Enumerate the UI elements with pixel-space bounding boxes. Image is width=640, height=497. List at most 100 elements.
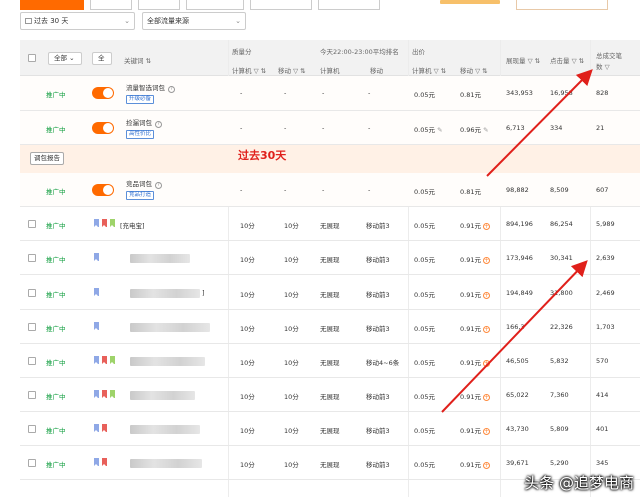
- bid-mobile[interactable]: 0.96元 ✎: [460, 124, 489, 134]
- status-text: 推广中: [46, 256, 66, 264]
- rank-mobile: 移动前3: [366, 291, 390, 299]
- plus-circle-icon[interactable]: +: [482, 462, 490, 469]
- chevron-down-icon: ⌄: [235, 17, 241, 25]
- keyword-text: 竞品词包: [126, 180, 152, 188]
- traffic-source-select[interactable]: 全部流量来源 ⌄: [142, 12, 246, 30]
- plus-circle-icon[interactable]: +: [482, 257, 490, 264]
- time-tab[interactable]: [318, 0, 380, 10]
- bid-pc[interactable]: 0.05元: [414, 289, 435, 299]
- keyword-flag-icon: [102, 390, 107, 398]
- table-row: 推广中 10分 10分 无展现 移动前3 0.05元 0.91元 + 65,022…: [20, 378, 640, 412]
- conversions: 607: [596, 186, 609, 194]
- time-tab[interactable]: [138, 0, 180, 10]
- help-icon[interactable]: ?: [155, 182, 162, 189]
- redacted-keyword: [130, 357, 205, 366]
- clicks: 5,832: [550, 357, 569, 365]
- package-report-button[interactable]: 调包报告: [30, 152, 64, 165]
- col-conversions-line1[interactable]: 总成交笔: [596, 50, 622, 60]
- rank-mobile: -: [368, 186, 371, 194]
- bid-pc[interactable]: 0.05元 ✎: [414, 124, 443, 134]
- bid-mobile[interactable]: 0.91元 +: [460, 220, 490, 230]
- col-impressions[interactable]: 展现量 ▽ ⇅: [506, 55, 540, 65]
- bid-mobile-value: 0.91元: [460, 427, 481, 435]
- bid-mobile[interactable]: 0.91元 +: [460, 289, 490, 299]
- status-toggle[interactable]: [92, 87, 114, 99]
- row-checkbox[interactable]: [28, 459, 36, 467]
- status-toggle[interactable]: [92, 122, 114, 134]
- status-text: 推广中: [46, 222, 66, 230]
- watermark: 头条 @追梦电商: [524, 474, 634, 492]
- plus-circle-icon[interactable]: +: [482, 394, 490, 401]
- bid-pc[interactable]: 0.05元: [414, 391, 435, 401]
- bid-mobile[interactable]: 0.91元 +: [460, 459, 490, 469]
- top-right-button[interactable]: [516, 0, 608, 10]
- time-tab[interactable]: [250, 0, 312, 10]
- bid-pc[interactable]: 0.05元: [414, 459, 435, 469]
- bid-mobile[interactable]: 0.91元 +: [460, 323, 490, 333]
- report-banner: 调包报告: [20, 145, 640, 173]
- redacted-keyword: [130, 459, 202, 468]
- keyword-text[interactable]: [充电宝]: [120, 220, 145, 230]
- col-conversions-line2[interactable]: 数 ▽: [596, 61, 610, 71]
- type-filter-select[interactable]: 全: [92, 52, 112, 65]
- plus-circle-icon[interactable]: +: [482, 360, 490, 367]
- plus-circle-icon[interactable]: +: [482, 428, 490, 435]
- rank-pc: 无展现: [320, 222, 340, 230]
- bid-mobile[interactable]: 0.91元 +: [460, 391, 490, 401]
- help-icon[interactable]: ?: [155, 121, 162, 128]
- col-clicks[interactable]: 点击量 ▽ ⇅: [550, 55, 584, 65]
- bid-pc[interactable]: 0.05元: [414, 323, 435, 333]
- bid-mobile[interactable]: 0.91元 +: [460, 254, 490, 264]
- quality-mobile: 10分: [284, 291, 299, 299]
- chevron-down-icon: ⌄: [124, 17, 130, 25]
- conversions: 21: [596, 124, 605, 132]
- select-all-checkbox[interactable]: [28, 54, 36, 62]
- col-rank-pc: 计算机: [320, 67, 340, 75]
- col-rank-mobile: 移动: [370, 67, 383, 75]
- col-bid-mobile[interactable]: 移动 ▽ ⇅: [460, 65, 488, 75]
- status-toggle[interactable]: [92, 184, 114, 196]
- status-text: 推广中: [46, 393, 66, 401]
- time-tab[interactable]: [186, 0, 244, 10]
- keyword-flag-icon: [94, 288, 99, 296]
- bid-mobile[interactable]: 0.91元 +: [460, 425, 490, 435]
- pencil-icon[interactable]: ✎: [437, 126, 442, 134]
- row-checkbox[interactable]: [28, 357, 36, 365]
- col-quality-mobile[interactable]: 移动 ▽ ⇅: [278, 65, 306, 75]
- row-checkbox[interactable]: [28, 220, 36, 228]
- plus-circle-icon[interactable]: +: [482, 292, 490, 299]
- time-tab[interactable]: [90, 0, 132, 10]
- time-tab-active[interactable]: [20, 0, 84, 10]
- help-icon[interactable]: ?: [168, 86, 175, 93]
- col-keyword[interactable]: 关键词 ⇅: [124, 55, 151, 65]
- pencil-icon[interactable]: ✎: [483, 126, 488, 134]
- keyword-text[interactable]: ]: [202, 289, 205, 297]
- row-checkbox[interactable]: [28, 289, 36, 297]
- plus-circle-icon[interactable]: +: [482, 326, 490, 333]
- bid-mobile[interactable]: 0.81元: [460, 89, 481, 99]
- status-filter-select[interactable]: 全部 ⌄: [48, 52, 82, 65]
- quality-mobile: 10分: [284, 325, 299, 333]
- quality-pc: 10分: [240, 325, 255, 333]
- quality-mobile: -: [284, 89, 287, 97]
- bid-pc[interactable]: 0.05元: [414, 220, 435, 230]
- row-checkbox[interactable]: [28, 391, 36, 399]
- status-text: 推广中: [46, 325, 66, 333]
- bid-pc[interactable]: 0.05元: [414, 425, 435, 435]
- row-checkbox[interactable]: [28, 323, 36, 331]
- plus-circle-icon[interactable]: +: [482, 223, 490, 230]
- bid-pc[interactable]: 0.05元: [414, 254, 435, 264]
- bid-pc[interactable]: 0.05元: [414, 357, 435, 367]
- bid-pc[interactable]: 0.05元: [414, 89, 435, 99]
- col-bid-pc[interactable]: 计算机 ▽ ⇅: [412, 65, 446, 75]
- row-checkbox[interactable]: [28, 425, 36, 433]
- bid-mobile[interactable]: 0.91元 +: [460, 357, 490, 367]
- quality-mobile: 10分: [284, 256, 299, 264]
- row-checkbox[interactable]: [28, 254, 36, 262]
- clicks: 5,809: [550, 425, 569, 433]
- impressions: 173,946: [506, 254, 533, 262]
- col-quality-pc[interactable]: 计算机 ▽ ⇅: [232, 65, 266, 75]
- date-range-select[interactable]: 过去 30 天 ⌄: [20, 12, 135, 30]
- bid-mobile[interactable]: 0.81元: [460, 186, 481, 196]
- bid-pc[interactable]: 0.05元: [414, 186, 435, 196]
